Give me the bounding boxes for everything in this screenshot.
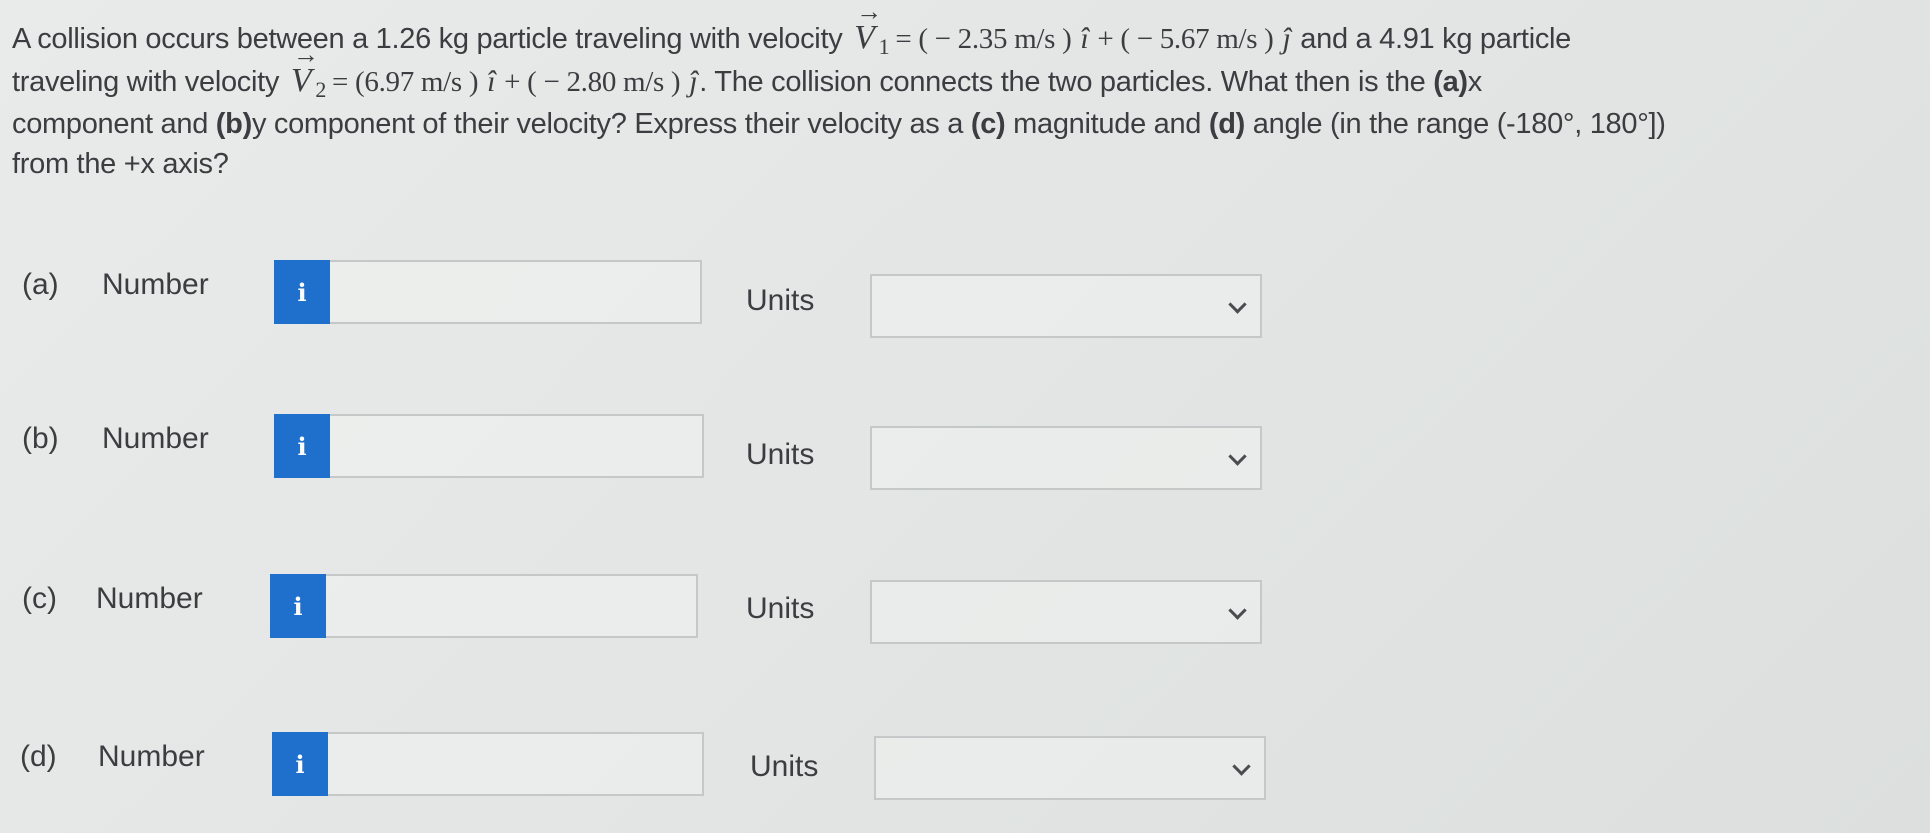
part-c-marker: (c) (970, 108, 1006, 140)
part-label: (d) (20, 740, 57, 773)
units-label: Units (746, 592, 815, 625)
problem-text: y component of their velocity? Express t… (251, 108, 971, 140)
problem-statement: A collision occurs between a 1.26 kg par… (12, 0, 1917, 184)
units-select-d[interactable] (874, 736, 1266, 800)
vector-v2-y-component: + ( − 2.80 m/s ) (497, 66, 688, 98)
units-select-b[interactable] (870, 426, 1262, 490)
vector-v1-subscript: 1 (878, 34, 890, 59)
number-input-b[interactable] (330, 414, 704, 478)
units-label: Units (746, 438, 815, 471)
vector-v1-symbol: V (850, 0, 882, 58)
units-label: Units (750, 750, 819, 783)
problem-text: A collision occurs between a 1.26 kg par… (12, 23, 843, 55)
info-icon[interactable]: i (272, 732, 328, 796)
chevron-down-icon (1228, 601, 1247, 620)
vector-v2-symbol: V (287, 35, 319, 101)
number-label: Number (102, 422, 209, 455)
number-input-d[interactable] (328, 732, 704, 796)
problem-text: x (1467, 66, 1483, 98)
j-hat-symbol: ĵ (1282, 22, 1291, 55)
i-hat-symbol: î (487, 65, 496, 98)
problem-text: traveling with velocity (12, 66, 280, 98)
units-label: Units (746, 284, 815, 317)
number-label: Number (98, 740, 205, 773)
part-b-marker: (b) (215, 108, 252, 140)
info-icon[interactable]: i (270, 574, 326, 638)
part-label: (a) (22, 268, 59, 301)
vector-v1-y-component: + ( − 5.67 m/s ) (1090, 23, 1281, 55)
info-icon[interactable]: i (274, 260, 330, 324)
chevron-down-icon (1232, 757, 1251, 776)
info-icon[interactable]: i (274, 414, 330, 478)
number-label: Number (102, 268, 209, 301)
chevron-down-icon (1228, 295, 1247, 314)
part-label: (b) (22, 422, 59, 455)
problem-line-4: from the +x axis? (12, 148, 229, 180)
number-label: Number (96, 582, 203, 615)
problem-text: component and (12, 108, 216, 140)
problem-text: magnitude and (1005, 108, 1209, 140)
part-label: (c) (22, 582, 57, 615)
chevron-down-icon (1228, 447, 1247, 466)
problem-line-2: traveling with velocity V2= (6.97 m/s ) … (12, 35, 1917, 104)
units-select-a[interactable] (870, 274, 1262, 338)
number-input-c[interactable] (326, 574, 698, 638)
problem-text: angle (in the range (-180°, 180°]) (1245, 108, 1666, 140)
problem-line-3: component and (b)y component of their ve… (12, 104, 1917, 144)
j-hat-symbol: ĵ (689, 65, 698, 98)
part-d-marker: (d) (1208, 108, 1246, 140)
vector-v1-x-component: = ( − 2.35 m/s ) (895, 23, 1079, 55)
units-select-c[interactable] (870, 580, 1262, 644)
problem-text: and a 4.91 kg particle (1292, 23, 1572, 55)
i-hat-symbol: î (1080, 22, 1089, 55)
vector-v2-x-component: = (6.97 m/s ) (332, 66, 486, 98)
part-a-marker: (a) (1433, 66, 1468, 98)
problem-text: . The collision connects the two particl… (699, 66, 1434, 98)
vector-v2-subscript: 2 (315, 77, 327, 102)
number-input-a[interactable] (330, 260, 702, 324)
